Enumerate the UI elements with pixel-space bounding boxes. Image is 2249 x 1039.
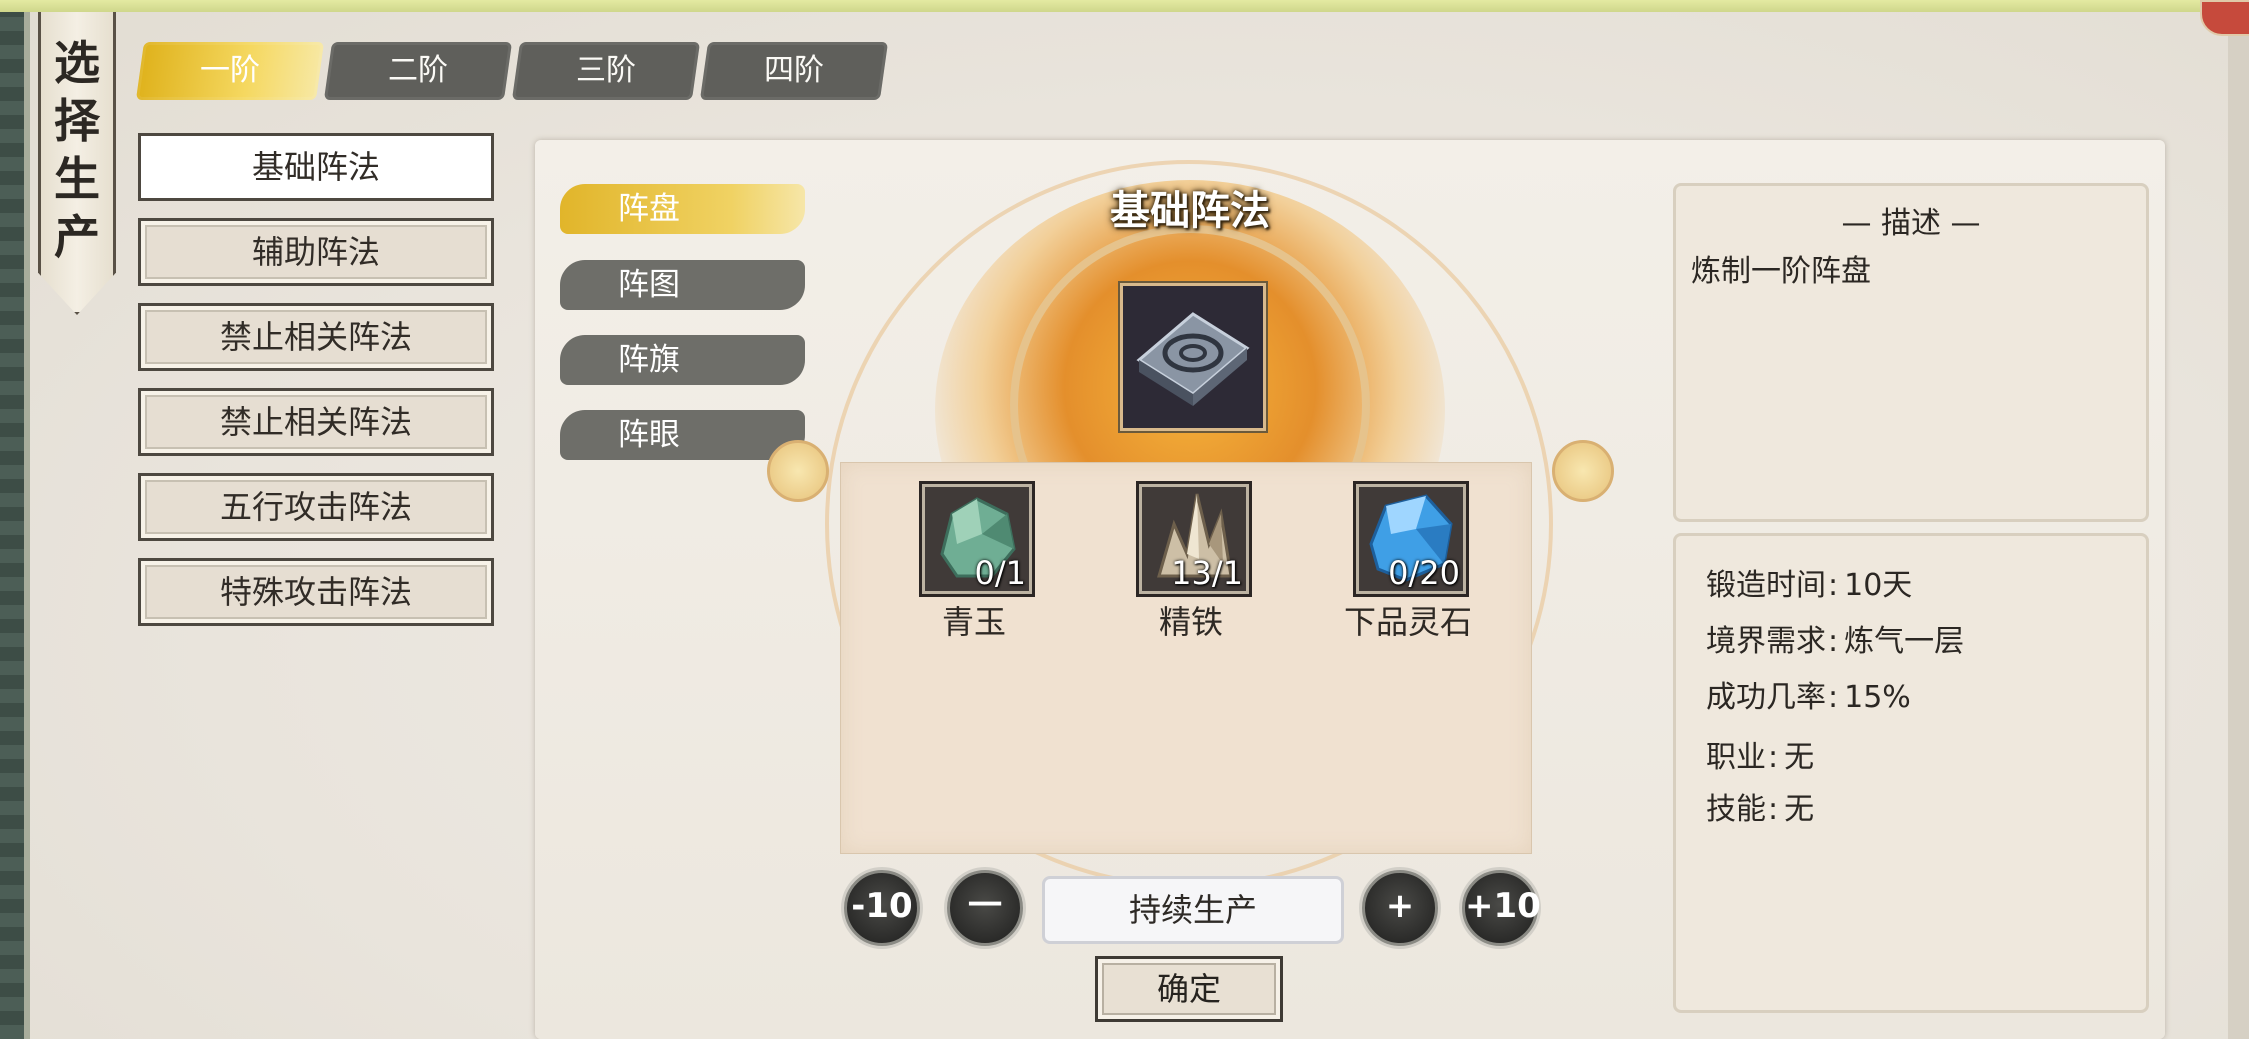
- minus-10-button[interactable]: -10: [844, 870, 920, 946]
- top-border: [0, 0, 2249, 12]
- stat-forge-time: 锻造时间10天: [1706, 560, 1912, 604]
- description-header: — 描述 —: [1841, 206, 1981, 241]
- stat-success-rate: 成功几率15%: [1706, 672, 1911, 716]
- right-frame-border: [2228, 12, 2249, 1039]
- category-special-attack-array[interactable]: 特殊攻击阵法: [138, 558, 494, 626]
- right-ornament-orb: [1552, 440, 1614, 502]
- left-frame-border: [0, 12, 30, 1039]
- subtab-array-flag[interactable]: 阵旗: [560, 335, 805, 385]
- category-basic-array[interactable]: 基础阵法: [138, 133, 494, 201]
- stat-profession: 职业无: [1706, 732, 1814, 776]
- spirit-stone-icon[interactable]: 0/20: [1353, 481, 1469, 597]
- stat-skill: 技能无: [1706, 784, 1814, 828]
- tab-tier-3[interactable]: 三阶: [511, 42, 701, 100]
- subtab-array-disc[interactable]: 阵盘: [560, 184, 805, 234]
- close-button[interactable]: [2200, 0, 2249, 36]
- confirm-button[interactable]: 确定: [1095, 956, 1283, 1022]
- array-disc-icon[interactable]: [1118, 281, 1268, 433]
- spirit-stone-name: 下品灵石: [1343, 603, 1472, 641]
- plus-button[interactable]: +: [1362, 870, 1438, 946]
- iron-count: 13/1: [1171, 554, 1243, 592]
- category-restriction-array-1[interactable]: 禁止相关阵法: [138, 303, 494, 371]
- spirit-stone-count: 0/20: [1388, 554, 1460, 592]
- category-support-array[interactable]: 辅助阵法: [138, 218, 494, 286]
- select-production-banner: 选择生产: [38, 12, 116, 315]
- recipe-title: 基础阵法: [1110, 188, 1270, 234]
- left-ornament-orb: [767, 440, 829, 502]
- tab-tier-2[interactable]: 二阶: [323, 42, 513, 100]
- category-five-elements-array[interactable]: 五行攻击阵法: [138, 473, 494, 541]
- stats-box: 锻造时间10天 境界需求炼气一层 成功几率15% 职业无 技能无: [1673, 533, 2149, 1013]
- jade-count: 0/1: [974, 554, 1027, 592]
- tab-tier-4[interactable]: 四阶: [699, 42, 889, 100]
- subtab-array-eye[interactable]: 阵眼: [560, 410, 805, 460]
- banner-title: 选择生产: [54, 36, 100, 264]
- plus-10-button[interactable]: +10: [1462, 870, 1541, 946]
- tab-tier-1[interactable]: 一阶: [135, 42, 325, 100]
- jade-icon[interactable]: 0/1: [919, 481, 1035, 597]
- quantity-mode-field[interactable]: 持续生产: [1042, 876, 1344, 944]
- stat-realm-requirement: 境界需求炼气一层: [1706, 616, 1964, 660]
- materials-panel: 0/1 青玉 13/1 精铁 0/20 下品灵石: [840, 462, 1532, 854]
- jade-name: 青玉: [941, 603, 1006, 641]
- description-text: 炼制一阶阵盘: [1691, 254, 1871, 289]
- subtab-array-diagram[interactable]: 阵图: [560, 260, 805, 310]
- iron-ore-icon[interactable]: 13/1: [1136, 481, 1252, 597]
- description-box: — 描述 — 炼制一阶阵盘: [1673, 183, 2149, 522]
- minus-button[interactable]: 一: [947, 870, 1023, 946]
- iron-name: 精铁: [1158, 603, 1223, 641]
- category-restriction-array-2[interactable]: 禁止相关阵法: [138, 388, 494, 456]
